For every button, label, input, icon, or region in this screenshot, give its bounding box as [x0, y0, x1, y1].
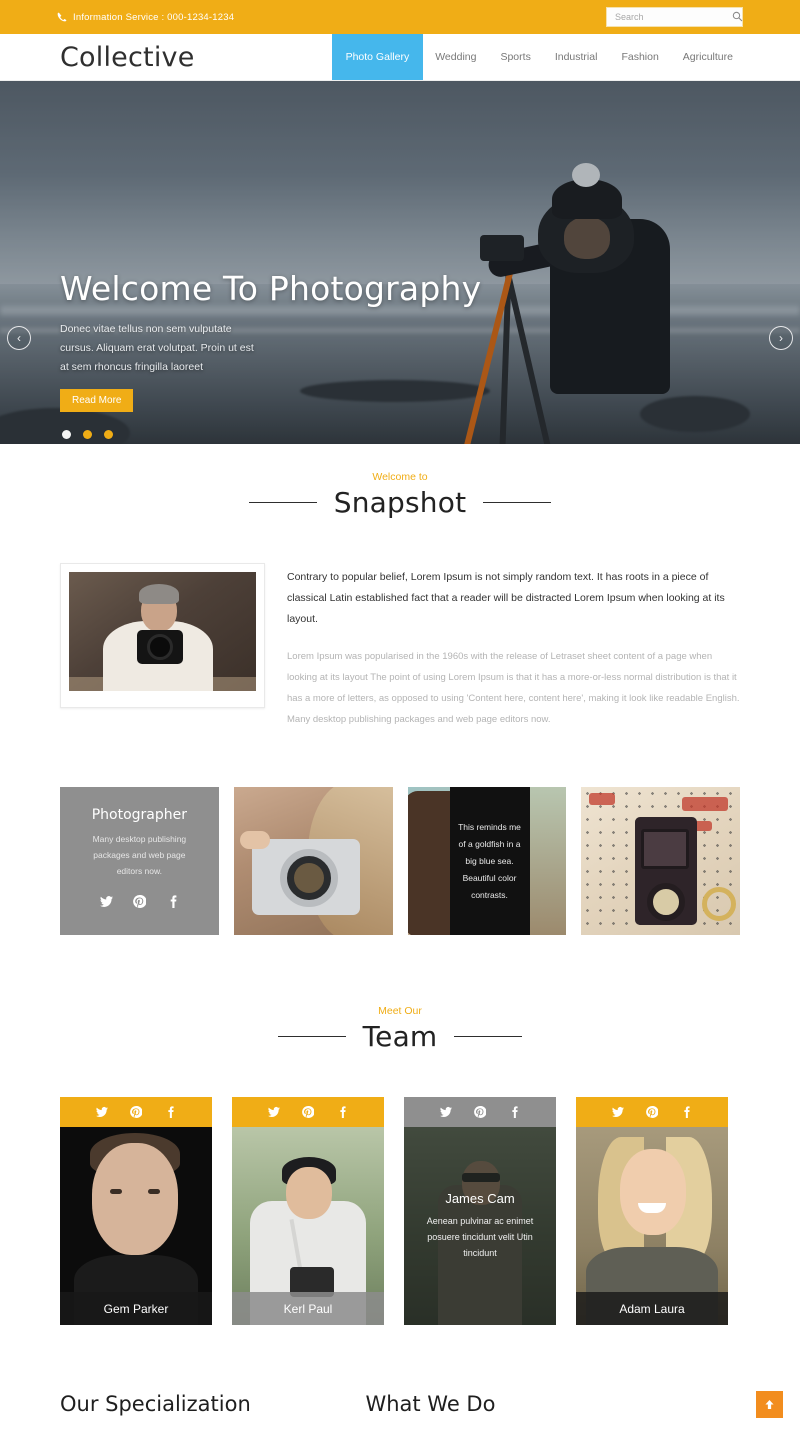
search-button[interactable]	[732, 8, 743, 26]
team-member-photo: Gem Parker	[60, 1127, 212, 1325]
team-member-photo: Adam Laura	[576, 1127, 728, 1325]
nav-item-fashion[interactable]: Fashion	[609, 34, 670, 80]
hero-content: Welcome To Photography Donec vitae tellu…	[60, 269, 520, 412]
twitter-icon[interactable]	[440, 1106, 452, 1118]
nav-item-industrial[interactable]: Industrial	[543, 34, 610, 80]
snapshot-paragraph-2: Lorem Ipsum was popularised in the 1960s…	[287, 651, 740, 725]
scroll-to-top-button[interactable]	[756, 1391, 783, 1418]
facebook-icon[interactable]	[166, 895, 179, 908]
snapshot-photo	[69, 572, 256, 691]
facebook-icon[interactable]	[680, 1106, 692, 1118]
gallery-row: Photographer Many desktop publishing pac…	[60, 787, 740, 935]
hero-dots	[62, 430, 113, 439]
gallery-camera-photo[interactable]	[233, 787, 393, 935]
site-header: Collective Photo Gallery Wedding Sports …	[0, 34, 800, 81]
team-member-bio: Aenean pulvinar ac enimet posuere tincid…	[426, 1216, 534, 1258]
nav-item-photo-gallery[interactable]: Photo Gallery	[331, 34, 424, 80]
snapshot-photo-frame	[60, 563, 265, 708]
site-logo[interactable]: Collective	[60, 42, 195, 73]
pinterest-icon[interactable]	[474, 1106, 486, 1118]
team-card-gem-parker[interactable]: Gem Parker	[60, 1097, 212, 1325]
twitter-icon[interactable]	[268, 1106, 280, 1118]
read-more-button[interactable]: Read More	[60, 389, 134, 412]
team-rule-right	[454, 1036, 523, 1037]
team-title: Team	[362, 1020, 438, 1053]
team-kicker: Meet Our	[378, 1005, 422, 1017]
team-members-row: Gem Parker Kerl Paul James Cam Aenean pu…	[60, 1097, 740, 1325]
team-social-bar	[576, 1097, 728, 1127]
heading-rule-left	[248, 502, 317, 503]
snapshot-heading: Welcome to Snapshot	[0, 471, 800, 519]
photographer-text: Many desktop publishing packages and web…	[92, 834, 187, 876]
twitter-icon[interactable]	[99, 895, 113, 908]
snapshot-body: Contrary to popular belief, Lorem Ipsum …	[60, 563, 740, 730]
hero-subtitle: Donec vitae tellus non sem vulputate cur…	[60, 323, 254, 373]
team-social-bar	[60, 1097, 212, 1127]
snapshot-section: Welcome to Snapshot Contrary to popular …	[0, 444, 800, 730]
specialization-title: Our Specialization	[60, 1392, 251, 1416]
nav-item-wedding[interactable]: Wedding	[423, 34, 488, 80]
twitter-icon[interactable]	[612, 1106, 624, 1118]
search-icon	[732, 10, 743, 25]
team-member-name: Gem Parker	[60, 1292, 212, 1325]
hero-dot-3[interactable]	[104, 430, 113, 439]
gallery-quote-photo[interactable]: This reminds me of a goldfish in a big b…	[407, 787, 567, 935]
chevron-left-icon: ‹	[17, 331, 21, 345]
team-member-name: James Cam	[445, 1191, 515, 1206]
hero-dot-2[interactable]	[83, 430, 92, 439]
facebook-icon[interactable]	[336, 1106, 348, 1118]
heading-rule-right	[483, 502, 552, 503]
arrow-up-icon	[763, 1398, 776, 1411]
pinterest-icon[interactable]	[132, 895, 146, 908]
team-card-adam-laura[interactable]: Adam Laura	[576, 1097, 728, 1325]
chevron-right-icon: ›	[779, 331, 783, 345]
main-navigation: Photo Gallery Wedding Sports Industrial …	[331, 34, 745, 80]
snapshot-text: Contrary to popular belief, Lorem Ipsum …	[287, 563, 740, 730]
whatwedo-column: What We Do	[365, 1392, 740, 1430]
bottom-sections: Our Specialization What We Do	[60, 1392, 740, 1430]
whatwedo-title: What We Do	[365, 1392, 496, 1416]
hero-next-button[interactable]: ›	[769, 326, 793, 350]
nav-item-sports[interactable]: Sports	[488, 34, 542, 80]
gallery-quote-text: This reminds me of a goldfish in a big b…	[449, 787, 530, 935]
specialization-column: Our Specialization	[60, 1392, 337, 1430]
hero-dot-1[interactable]	[62, 430, 71, 439]
team-member-photo: James Cam Aenean pulvinar ac enimet posu…	[404, 1127, 556, 1325]
twitter-icon[interactable]	[96, 1106, 108, 1118]
top-bar: Information Service : 000-1234-1234	[0, 0, 800, 34]
team-rule-left	[277, 1036, 346, 1037]
hero-prev-button[interactable]: ‹	[7, 326, 31, 350]
team-member-name: Adam Laura	[576, 1292, 728, 1325]
photographer-title: Photographer	[91, 807, 188, 823]
photographer-social-links	[99, 895, 179, 908]
team-section: Meet Our Team Gem Parker Kerl Paul James…	[0, 1005, 800, 1325]
phone-icon	[57, 12, 67, 22]
hero-title: Welcome To Photography	[60, 269, 482, 308]
pinterest-icon[interactable]	[302, 1106, 314, 1118]
snapshot-title: Snapshot	[333, 486, 467, 519]
gallery-vintage-camera-photo[interactable]	[581, 787, 740, 935]
snapshot-paragraph-1: Contrary to popular belief, Lorem Ipsum …	[287, 571, 725, 625]
hero-slider: Welcome To Photography Donec vitae tellu…	[0, 81, 800, 444]
team-member-name: Kerl Paul	[232, 1292, 384, 1325]
team-card-kerl-paul[interactable]: Kerl Paul	[232, 1097, 384, 1325]
pinterest-icon[interactable]	[646, 1106, 658, 1118]
search-input[interactable]	[607, 8, 732, 26]
nav-item-agriculture[interactable]: Agriculture	[671, 34, 745, 80]
facebook-icon[interactable]	[508, 1106, 520, 1118]
information-service-text: Information Service : 000-1234-1234	[73, 11, 235, 23]
snapshot-kicker: Welcome to	[372, 471, 428, 483]
team-heading: Meet Our Team	[0, 1005, 800, 1053]
search-box[interactable]	[606, 7, 743, 27]
gallery-photographer-card[interactable]: Photographer Many desktop publishing pac…	[60, 787, 219, 935]
team-social-bar	[404, 1097, 556, 1127]
facebook-icon[interactable]	[164, 1106, 176, 1118]
team-social-bar	[232, 1097, 384, 1127]
team-member-overlay: James Cam Aenean pulvinar ac enimet posu…	[404, 1127, 556, 1325]
team-card-james-cam[interactable]: James Cam Aenean pulvinar ac enimet posu…	[404, 1097, 556, 1325]
information-service: Information Service : 000-1234-1234	[57, 12, 234, 23]
team-member-photo: Kerl Paul	[232, 1127, 384, 1325]
pinterest-icon[interactable]	[130, 1106, 142, 1118]
